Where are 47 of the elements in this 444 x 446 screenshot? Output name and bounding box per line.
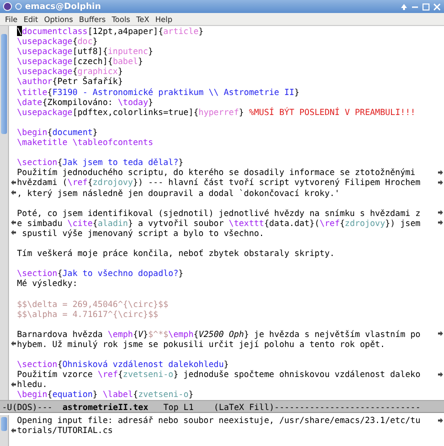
code-line: , který jsem následně jen doupravil a dodal `dokončovací kroky.' <box>17 188 341 198</box>
code-line: Barnardova hvězda \emph{V}$^*$\emph{V2500 Oph} je hvězda s největším vlastním po <box>17 328 422 339</box>
code-line: torials/TUTORIAL.cs <box>17 425 114 436</box>
code-line: \section{Jak jsem to teda dělal?} <box>17 157 184 168</box>
code-line: \usepackage[utf8]{inputenc} <box>17 46 154 56</box>
code-line: Opening input file: adresář nebo soubor neexistuje, /usr/share/emacs/23.1/etc/tu <box>17 415 422 426</box>
code-line: Použitím jednoduchého scriptu, do kterého se dosadily informace se ztotožněnými <box>17 167 416 178</box>
code-line: Mé výsledky: <box>17 278 79 288</box>
code-line: \section{Ohnisková vzdálenost dalekohledu} <box>17 359 230 370</box>
scrollbar[interactable] <box>0 26 9 400</box>
code-line: \date{Zkompilováno: \today} <box>17 96 154 107</box>
code-line: \usepackage{doc} <box>17 36 99 46</box>
maximize-icon[interactable] <box>422 2 430 10</box>
code-line: hledu. <box>17 379 48 390</box>
scrollbar[interactable] <box>0 415 9 446</box>
close-icon[interactable] <box>433 2 441 10</box>
code-line: Tím veškerá moje práce končila, neboť zbytek obstaraly skripty. <box>17 248 336 258</box>
up-arrow-icon[interactable] <box>400 2 408 10</box>
code-line: $$\delta = 269,45046^{\circ}$$ <box>17 298 170 309</box>
code-line: \documentclass[12pt,a4paper]{article} <box>17 26 205 36</box>
continuation-arrow-icon <box>10 341 16 346</box>
code-line: e simbadu \cite{aladin} a vytvořil soubor \texttt{data.dat}(\ref{zdrojovy}) jsem <box>17 218 422 228</box>
scrollbar-thumb[interactable] <box>1 417 7 431</box>
code-line: \usepackage[czech]{babel} <box>17 56 144 66</box>
wrap-arrow-icon <box>438 331 442 336</box>
circle-icon[interactable] <box>15 3 22 10</box>
code-line: Poté, co jsem identifikoval (sjednotil) jednotlivé hvězdy na snímku s hvězdami z <box>17 208 422 218</box>
code-line: \begin{document} <box>17 126 99 138</box>
continuation-arrow-icon <box>10 428 16 433</box>
code-line: \section{Jak to všechno dopadlo?} <box>17 268 184 278</box>
code-line: \title{F3190 - Astronomické praktikum \\ Astrometrie II} <box>17 86 300 97</box>
scrollbar-thumb[interactable] <box>1 34 7 134</box>
code-line: \begin{equation} \label{zvetseni-o} <box>17 389 195 400</box>
window-title: emacs@Dolphin <box>25 2 102 12</box>
code-line: \usepackage{graphicx} <box>17 66 124 76</box>
continuation-arrow-icon <box>10 382 16 387</box>
code-line: \maketitle \tableofcontents <box>17 137 154 148</box>
app-logo-icon <box>3 2 12 11</box>
wrap-arrow-icon <box>438 372 442 377</box>
code-line: \author{Petr Šafařík} <box>17 76 124 87</box>
code-line: hvězdami (\ref{zdrojovy}) --- hlavní část tvoří script vytvorený Filipem Hrochem <box>17 177 422 188</box>
wrap-arrow-icon <box>438 418 442 423</box>
code-line: \usepackage[pdftex,colorlinks=true]{hyperref} %MUSÍ BÝT POSLEDNÍ V PREAMBULI!!! <box>17 106 416 117</box>
code-line: spustil výše jmenovaný script a bylo to všechno. <box>21 228 266 238</box>
code-line: hybem. Už minulý rok jsme se pokusili určit její polohu a tento rok opět. <box>17 338 386 349</box>
code-line: $$\alpha = 4.71617^{\circ}$$ <box>17 308 160 319</box>
code-line: Použitím vzorce \ref{zvetseni-o} jednoduše spočteme ohniskovou vzdálenost daleko <box>17 369 422 380</box>
